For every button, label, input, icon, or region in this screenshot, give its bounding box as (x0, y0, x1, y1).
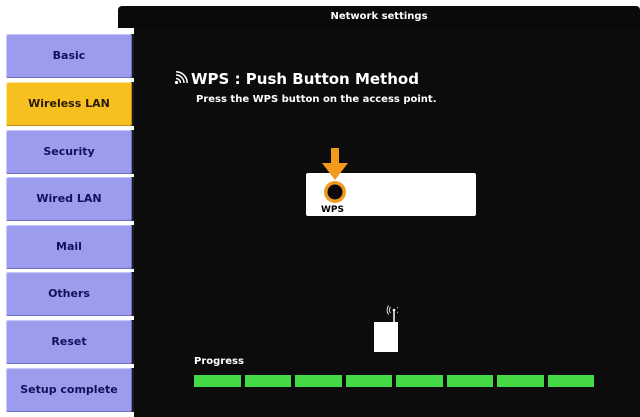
wps-instruction: Press the WPS button on the access point… (196, 94, 437, 105)
progress-segment (446, 375, 493, 387)
wireless-device-icon (374, 305, 398, 352)
sidebar-item-setup-complete[interactable]: Setup complete (6, 368, 132, 412)
wps-button-label: WPS (321, 205, 345, 215)
progress-segment (295, 375, 342, 387)
progress-segment (396, 375, 443, 387)
sidebar-item-wired-lan[interactable]: Wired LAN (6, 177, 132, 221)
sidebar-item-others[interactable]: Others (6, 272, 132, 316)
progress-segment (547, 375, 594, 387)
main-panel: WPS : Push Button Method Press the WPS b… (134, 28, 640, 417)
progress-segment (497, 375, 544, 387)
network-settings-screen: Network settings Basic Wireless LAN Secu… (0, 0, 640, 417)
progress-segment (194, 375, 241, 387)
sidebar: Basic Wireless LAN Security Wired LAN Ma… (0, 28, 134, 417)
sidebar-item-basic[interactable]: Basic (6, 34, 132, 78)
window-title: Network settings (118, 6, 640, 28)
sidebar-item-mail[interactable]: Mail (6, 225, 132, 269)
progress-segment (244, 375, 291, 387)
wps-title-text: WPS : Push Button Method (191, 70, 419, 88)
wps-title: WPS : Push Button Method (174, 70, 419, 88)
sidebar-item-security[interactable]: Security (6, 130, 132, 174)
wireless-signal-icon (174, 71, 188, 85)
down-arrow-icon (322, 148, 348, 180)
progress-bar (194, 375, 594, 387)
progress-segment (345, 375, 392, 387)
sidebar-item-reset[interactable]: Reset (6, 320, 132, 364)
sidebar-item-wireless-lan[interactable]: Wireless LAN (6, 82, 132, 126)
progress-label: Progress (194, 356, 244, 367)
